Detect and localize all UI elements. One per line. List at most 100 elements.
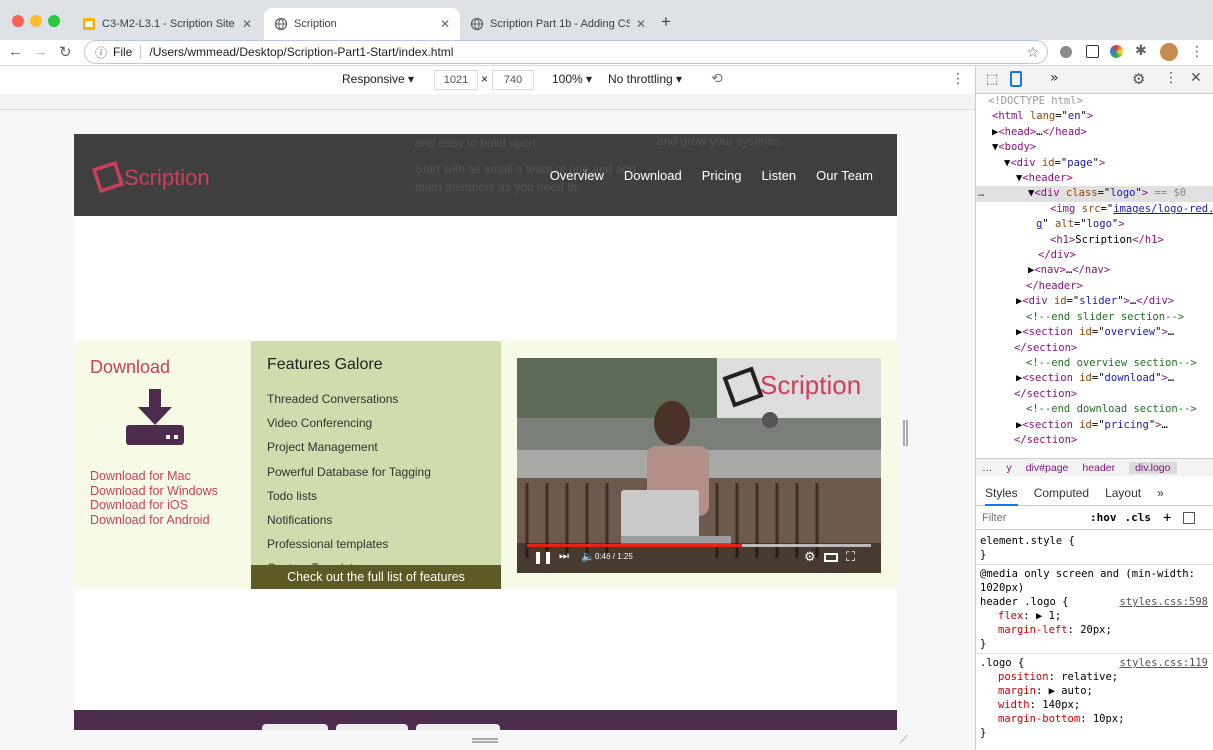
property-value[interactable]: 20px; <box>1080 624 1112 636</box>
menu-icon[interactable]: ⋮ <box>1164 70 1178 86</box>
dom-node[interactable]: <!--end slider section--> <box>976 310 1213 325</box>
extension-icon[interactable] <box>1110 45 1123 58</box>
viewport-height-input[interactable] <box>492 70 534 90</box>
tab-layout[interactable]: Layout <box>1105 486 1141 500</box>
rotate-icon[interactable]: ⟲ <box>711 70 723 87</box>
breadcrumb-item[interactable]: header <box>1082 462 1115 474</box>
dom-node[interactable]: </section> <box>976 387 1213 402</box>
property-name[interactable]: margin-left <box>998 624 1068 636</box>
nav-link-download[interactable]: Download <box>624 168 682 183</box>
breadcrumb-item[interactable]: y <box>1007 462 1012 474</box>
property-name[interactable]: width <box>998 699 1030 711</box>
zoom-select[interactable]: 100% ▾ <box>552 72 592 86</box>
tab-computed[interactable]: Computed <box>1034 486 1089 500</box>
settings-icon[interactable]: ⚙ <box>1132 70 1145 88</box>
elements-tree[interactable]: <!DOCTYPE html> <html lang="en"> ▶<head>…<… <box>976 94 1213 458</box>
features-button[interactable]: Check out the full list of features <box>251 565 501 589</box>
styles-filter-input[interactable] <box>982 511 1082 524</box>
property-value[interactable]: 10px; <box>1093 713 1125 725</box>
dom-node[interactable]: ▼<body> <box>976 140 1213 155</box>
download-mac-link[interactable]: Download for Mac <box>90 469 218 484</box>
dom-node[interactable]: <img src="images/logo-red.pn <box>976 202 1213 217</box>
puzzle-icon[interactable]: ✱ <box>1135 42 1147 59</box>
download-android-link[interactable]: Download for Android <box>90 513 218 528</box>
more-tabs-icon[interactable]: » <box>1050 70 1059 86</box>
property-value[interactable]: ▶ 1; <box>1036 610 1061 622</box>
breadcrumb-item[interactable]: … <box>982 462 993 474</box>
property-name[interactable]: position <box>998 671 1049 683</box>
dom-node[interactable]: ▼<header> <box>976 171 1213 186</box>
bookmark-star-icon[interactable]: ☆ <box>1026 44 1039 61</box>
source-link[interactable]: styles.css:119 <box>1119 656 1208 670</box>
property-name[interactable]: flex <box>998 610 1023 622</box>
breadcrumb-item[interactable]: div#page <box>1026 462 1069 474</box>
property-value[interactable]: relative; <box>1061 671 1118 683</box>
throttle-select[interactable]: No throttling ▾ <box>608 72 682 86</box>
resize-handle-bottom[interactable] <box>472 738 498 743</box>
download-ios-link[interactable]: Download for iOS <box>90 498 218 513</box>
viewport-width-input[interactable] <box>434 70 478 90</box>
next-icon[interactable]: ⏭ <box>559 550 569 563</box>
sidebar-toggle-icon[interactable] <box>1183 511 1196 524</box>
inspect-icon[interactable]: ⬚ <box>986 72 998 87</box>
forward-icon[interactable]: → <box>33 43 48 60</box>
dom-node[interactable]: <!--end overview section--> <box>976 356 1213 371</box>
browser-tab-active[interactable]: Scription ✕ <box>264 8 460 40</box>
maximize-window-button[interactable] <box>48 15 60 27</box>
dom-node[interactable]: </section> <box>976 341 1213 356</box>
extension-icon[interactable] <box>1086 45 1099 58</box>
dom-node[interactable]: ▶<head>…</head> <box>976 125 1213 140</box>
nav-link-pricing[interactable]: Pricing <box>702 168 742 183</box>
extension-icon[interactable] <box>1060 46 1072 58</box>
tab-styles[interactable]: Styles <box>985 486 1018 506</box>
resize-corner-icon[interactable]: ⟋ <box>900 734 908 747</box>
source-link[interactable]: styles.css:598 <box>1119 595 1208 609</box>
settings-icon[interactable]: ⚙ <box>804 549 816 565</box>
volume-icon[interactable]: 🔈 <box>581 550 595 563</box>
address-bar[interactable]: ⓘ File /Users/wmmead/Desktop/Scription-P… <box>84 40 1048 64</box>
reload-icon[interactable]: ↻ <box>59 43 72 61</box>
resize-handle-right[interactable] <box>903 420 908 446</box>
close-tab-icon[interactable]: ✕ <box>636 17 646 31</box>
browser-tab[interactable]: Scription Part 1b - Adding CSS ✕ <box>460 8 656 40</box>
minimize-window-button[interactable] <box>30 15 42 27</box>
node-actions-icon[interactable]: … <box>978 186 984 201</box>
class-toggle[interactable]: .cls <box>1125 511 1152 524</box>
new-tab-icon[interactable]: + <box>661 12 671 32</box>
dom-node[interactable]: <!--end download section--> <box>976 402 1213 417</box>
avatar[interactable] <box>1160 43 1178 61</box>
hover-state-toggle[interactable]: :hov <box>1090 511 1117 524</box>
dom-node-selected[interactable]: ▼<div class="logo"> == $0… <box>976 186 1213 202</box>
dom-node[interactable]: <html lang="en"> <box>976 109 1213 124</box>
video-player[interactable]: Scription ❚❚ ⏭ 🔈 0:46 / 1:25 ⚙ ⛶ <box>517 358 881 573</box>
download-windows-link[interactable]: Download for Windows <box>90 484 218 499</box>
browser-tab[interactable]: C3-M2-L3.1 - Scription Site - R ✕ <box>72 8 262 40</box>
dom-node[interactable]: ▶<nav>…</nav> <box>976 263 1213 278</box>
dom-node[interactable]: ▼<div id="page"> <box>976 156 1213 171</box>
nav-link-listen[interactable]: Listen <box>761 168 796 183</box>
close-icon[interactable]: ✕ <box>1190 70 1202 86</box>
property-name[interactable]: margin <box>998 685 1036 697</box>
dom-node[interactable]: ▶<section id="pricing">… <box>976 418 1213 433</box>
dom-node[interactable]: </div> <box>976 248 1213 263</box>
dom-node[interactable]: ▶<section id="overview">… <box>976 325 1213 340</box>
menu-icon[interactable]: ⋮ <box>1190 43 1204 60</box>
close-tab-icon[interactable]: ✕ <box>242 17 252 31</box>
device-mode-select[interactable]: Responsive ▾ <box>342 72 414 86</box>
breadcrumb-item-selected[interactable]: div.logo <box>1129 461 1177 474</box>
media-query-ruler[interactable] <box>0 94 975 110</box>
property-name[interactable]: margin-bottom <box>998 713 1080 725</box>
more-options-icon[interactable]: ⋮ <box>951 70 965 87</box>
dom-node[interactable]: </section> <box>976 433 1213 448</box>
dom-node[interactable]: ▶<div id="slider">…</div> <box>976 294 1213 309</box>
dom-node[interactable]: <!DOCTYPE html> <box>976 94 1213 109</box>
device-toggle-icon[interactable] <box>1010 71 1022 87</box>
pause-icon[interactable]: ❚❚ <box>533 550 553 564</box>
dom-node[interactable]: ▶<section id="download">… <box>976 371 1213 386</box>
property-value[interactable]: ▶ auto; <box>1049 685 1093 697</box>
close-tab-icon[interactable]: ✕ <box>440 17 450 31</box>
dom-node[interactable]: <h1>Scription</h1> <box>976 233 1213 248</box>
dom-node[interactable]: g" alt="logo"> <box>976 217 1213 232</box>
fullscreen-icon[interactable]: ⛶ <box>846 549 855 565</box>
tab-more[interactable]: » <box>1157 486 1164 500</box>
